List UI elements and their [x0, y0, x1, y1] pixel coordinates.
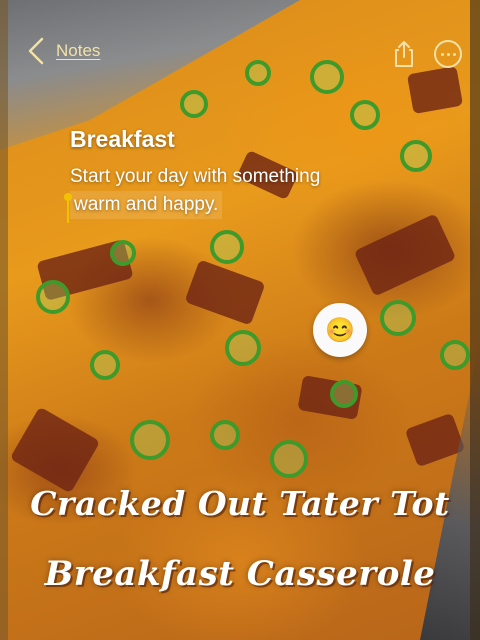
emoji-sticker[interactable]: 😊	[313, 303, 367, 357]
headline-line-1: Cracked Out Tater Tot	[30, 484, 450, 523]
smiley-emoji-icon: 😊	[325, 316, 355, 344]
text-cursor	[67, 201, 69, 223]
note-title[interactable]: Breakfast	[70, 126, 430, 153]
share-button[interactable]	[390, 40, 418, 68]
note-body-line-1: Start your day with something	[70, 166, 321, 187]
nav-actions	[390, 36, 462, 68]
note-body[interactable]: Start your day with something warm and h…	[64, 163, 430, 223]
recipe-headline: Cracked Out Tater Tot Breakfast Casserol…	[0, 478, 480, 606]
note-body-line-2: warm and happy.	[70, 191, 223, 219]
headline-line-2: Breakfast Casserole	[44, 554, 436, 594]
text-cursor-handle[interactable]	[64, 193, 72, 201]
chevron-left-icon	[28, 37, 44, 65]
share-icon	[395, 41, 413, 67]
back-button[interactable]: Notes	[26, 36, 100, 66]
note-screen: Notes Breakfast Start your day with some…	[0, 0, 480, 640]
top-nav: Notes	[0, 0, 480, 106]
back-label: Notes	[56, 41, 101, 60]
note-content[interactable]: Breakfast Start your day with something …	[64, 126, 430, 223]
more-icon	[440, 52, 444, 56]
more-button[interactable]	[434, 40, 462, 68]
